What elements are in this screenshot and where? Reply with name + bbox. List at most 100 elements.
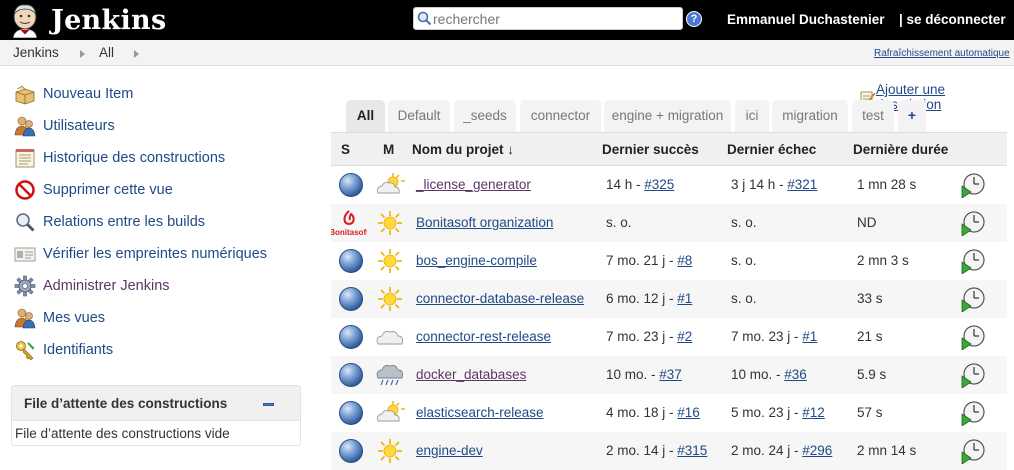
build-link[interactable]: #36: [784, 367, 807, 382]
build-link[interactable]: #321: [787, 177, 817, 192]
sidebar-item-my-views[interactable]: Mes vues: [14, 307, 105, 329]
tab-connector[interactable]: connector: [520, 100, 601, 132]
job-link[interactable]: _license_generator: [416, 177, 531, 192]
svg-text:Bonitasoft: Bonitasoft: [331, 228, 367, 237]
build-link[interactable]: #8: [677, 253, 692, 268]
build-link[interactable]: #296: [802, 443, 832, 458]
sidebar-item-fingerprints[interactable]: Vérifier les empreintes numériques: [14, 243, 267, 265]
new-view-tab[interactable]: +: [898, 100, 926, 132]
last-duration-cell: ND: [857, 215, 877, 230]
table-row: Bonitasoft Bonitasoft organization s. o. s.…: [329, 204, 1007, 242]
table-row: _license_generator 14 h - #325 3 j 14 h - …: [331, 166, 1007, 204]
last-failure-cell: s. o.: [731, 291, 757, 306]
column-last-duration[interactable]: Dernière durée: [853, 142, 948, 157]
sidebar-item-label: Mes vues: [43, 310, 106, 326]
users-icon: [14, 116, 36, 137]
sidebar-item-label: Historique des constructions: [43, 150, 226, 166]
last-failure-cell: 2 mo. 24 j - #296: [731, 443, 833, 458]
build-queue-header: File d’attente des constructions: [12, 386, 300, 421]
build-link[interactable]: #16: [677, 405, 700, 420]
breadcrumb-jenkins[interactable]: Jenkins: [13, 45, 59, 60]
status-ball-icon: [339, 401, 363, 425]
collapse-icon[interactable]: [263, 403, 274, 406]
sun-cloud-icon: [375, 172, 405, 198]
job-link[interactable]: elasticsearch-release: [416, 405, 544, 420]
status-ball-icon: [339, 363, 363, 387]
last-success-cell: 6 mo. 12 j - #1: [606, 291, 693, 306]
sidebar-item-build-history[interactable]: Historique des constructions: [14, 147, 225, 169]
schedule-build-icon[interactable]: [960, 324, 986, 351]
column-last-failure[interactable]: Dernier échec: [727, 142, 816, 157]
job-link[interactable]: bos_engine-compile: [416, 253, 537, 268]
build-link[interactable]: #315: [677, 443, 707, 458]
column-status[interactable]: S: [341, 142, 350, 157]
sidebar-item-credentials[interactable]: Identifiants: [14, 339, 113, 361]
column-weather[interactable]: M: [383, 142, 394, 157]
help-icon[interactable]: ?: [686, 11, 702, 27]
build-link[interactable]: #1: [677, 291, 692, 306]
organization-logo-icon: Bonitasoft: [329, 208, 369, 238]
job-link[interactable]: Bonitasoft organization: [416, 215, 553, 230]
tab-ici[interactable]: ici: [735, 100, 769, 132]
search-icon: [417, 11, 432, 26]
build-link[interactable]: #12: [802, 405, 825, 420]
sidebar-item-label: Relations entre les builds: [43, 214, 206, 230]
sidebar-item-new-item[interactable]: Nouveau Item: [14, 83, 133, 105]
schedule-build-icon[interactable]: [960, 248, 986, 275]
build-link[interactable]: #325: [644, 177, 674, 192]
tab-engine-migration[interactable]: engine + migration: [604, 100, 731, 132]
tab-migration[interactable]: migration: [772, 100, 848, 132]
table-header: S M Nom du projet ↓ Dernier succès Derni…: [331, 132, 1007, 166]
last-failure-cell: 3 j 14 h - #321: [731, 177, 818, 192]
tab-seeds[interactable]: _seeds: [454, 100, 516, 132]
job-link[interactable]: engine-dev: [416, 443, 483, 458]
schedule-build-icon[interactable]: [960, 210, 986, 237]
sidebar-item-label: Supprimer cette vue: [43, 182, 173, 198]
user-name-link[interactable]: Emmanuel Duchastenier: [727, 12, 885, 27]
sidebar-item-label: Administrer Jenkins: [43, 278, 170, 294]
rain-icon: [375, 362, 405, 388]
last-success-cell: 2 mo. 14 j - #315: [606, 443, 708, 458]
schedule-build-icon[interactable]: [960, 400, 986, 427]
brand-title: Jenkins: [51, 4, 167, 36]
sidebar-item-manage-jenkins[interactable]: Administrer Jenkins: [14, 275, 170, 297]
job-link[interactable]: docker_databases: [416, 367, 526, 382]
tab-default[interactable]: Default: [388, 100, 450, 132]
build-link[interactable]: #37: [659, 367, 682, 382]
new-package-icon: [15, 85, 35, 105]
build-link[interactable]: #2: [677, 329, 692, 344]
job-link[interactable]: connector-rest-release: [416, 329, 551, 344]
search-input[interactable]: [433, 10, 678, 28]
sidebar-item-label: Nouveau Item: [43, 86, 134, 102]
breadcrumb-all[interactable]: All: [99, 45, 114, 60]
breadcrumb-arrow-icon[interactable]: [80, 50, 85, 58]
column-last-success[interactable]: Dernier succès: [602, 142, 699, 157]
sidebar-item-label: Utilisateurs: [43, 118, 115, 134]
schedule-build-icon[interactable]: [960, 172, 986, 199]
sidebar-item-build-relations[interactable]: Relations entre les builds: [14, 211, 205, 233]
auto-refresh-link[interactable]: Rafraîchissement automatique: [874, 48, 1010, 59]
last-success-cell: 14 h - #325: [606, 177, 675, 192]
schedule-build-icon[interactable]: [960, 362, 986, 389]
last-failure-cell: 10 mo. - #36: [731, 367, 807, 382]
sun-cloud-icon: [375, 400, 405, 426]
job-link[interactable]: connector-database-release: [416, 291, 584, 306]
last-success-cell: 4 mo. 18 j - #16: [606, 405, 700, 420]
breadcrumb-arrow-icon[interactable]: [134, 50, 139, 58]
gear-icon: [14, 275, 36, 297]
build-link[interactable]: #1: [802, 329, 817, 344]
schedule-build-icon[interactable]: [960, 286, 986, 313]
tab-all[interactable]: All: [346, 100, 385, 132]
status-ball-icon: [339, 287, 363, 311]
jenkins-logo[interactable]: Jenkins: [8, 2, 166, 38]
logout-link[interactable]: | se déconnecter: [899, 12, 1006, 27]
schedule-build-icon[interactable]: [960, 438, 986, 465]
last-success-cell: 7 mo. 21 j - #8: [606, 253, 693, 268]
last-duration-cell: 1 mn 28 s: [857, 177, 917, 192]
sidebar-item-users[interactable]: Utilisateurs: [14, 115, 115, 137]
last-success-cell: s. o.: [606, 215, 632, 230]
tab-test[interactable]: test: [852, 100, 894, 132]
sidebar-item-delete-view[interactable]: Supprimer cette vue: [14, 179, 173, 201]
no-entry-icon: [15, 180, 35, 200]
column-project-name[interactable]: Nom du projet ↓: [412, 142, 514, 157]
